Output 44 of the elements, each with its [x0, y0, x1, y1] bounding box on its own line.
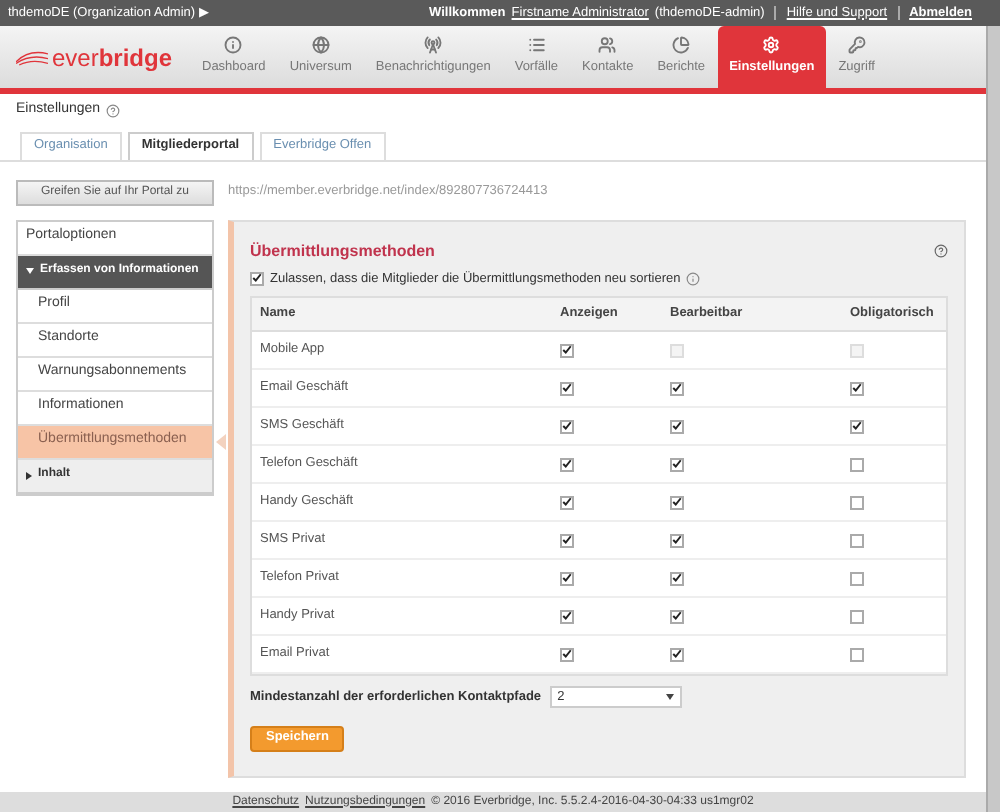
caret-down-icon	[26, 268, 34, 274]
checkbox[interactable]	[670, 609, 684, 624]
key-icon	[847, 36, 866, 55]
checkbox[interactable]	[850, 533, 864, 548]
globe-icon	[311, 36, 330, 55]
scrollbar[interactable]	[986, 26, 1000, 812]
checkbox[interactable]	[560, 457, 574, 472]
checkbox[interactable]	[560, 343, 574, 358]
checkbox[interactable]	[560, 609, 574, 624]
logo-text: everbridge	[52, 45, 173, 69]
info-icon[interactable]	[686, 271, 701, 286]
checkbox[interactable]	[850, 647, 864, 662]
checkbox[interactable]	[850, 495, 864, 510]
checkbox[interactable]	[670, 647, 684, 662]
settings-icon	[762, 36, 781, 55]
checkbox[interactable]	[560, 647, 574, 662]
checkbox[interactable]	[670, 419, 684, 434]
antenna-icon	[424, 36, 443, 55]
checkbox[interactable]	[850, 381, 864, 396]
pie-chart-icon	[672, 36, 691, 55]
checkbox[interactable]	[850, 419, 864, 434]
checkbox[interactable]	[250, 271, 264, 286]
info-icon	[224, 36, 243, 55]
checkbox[interactable]	[560, 419, 574, 434]
checkbox[interactable]	[850, 571, 864, 586]
checkbox[interactable]	[560, 571, 574, 586]
caret-right-icon	[26, 471, 32, 479]
checkbox[interactable]	[670, 495, 684, 510]
logo-icon	[16, 48, 48, 66]
users-icon	[598, 36, 617, 55]
caret-icon	[665, 694, 674, 701]
checkbox[interactable]	[560, 533, 574, 548]
help-icon[interactable]	[934, 244, 948, 258]
checkbox[interactable]	[670, 381, 684, 396]
checkbox[interactable]	[670, 533, 684, 548]
checkbox[interactable]	[850, 609, 864, 624]
list-icon	[527, 36, 546, 55]
checkbox[interactable]	[670, 457, 684, 472]
checkbox[interactable]	[850, 457, 864, 472]
panel-title: Übermittlungsmethoden	[250, 239, 435, 263]
checkbox[interactable]	[560, 381, 574, 396]
checkbox[interactable]	[560, 495, 574, 510]
checkbox[interactable]	[670, 571, 684, 586]
help-icon[interactable]	[106, 103, 121, 118]
